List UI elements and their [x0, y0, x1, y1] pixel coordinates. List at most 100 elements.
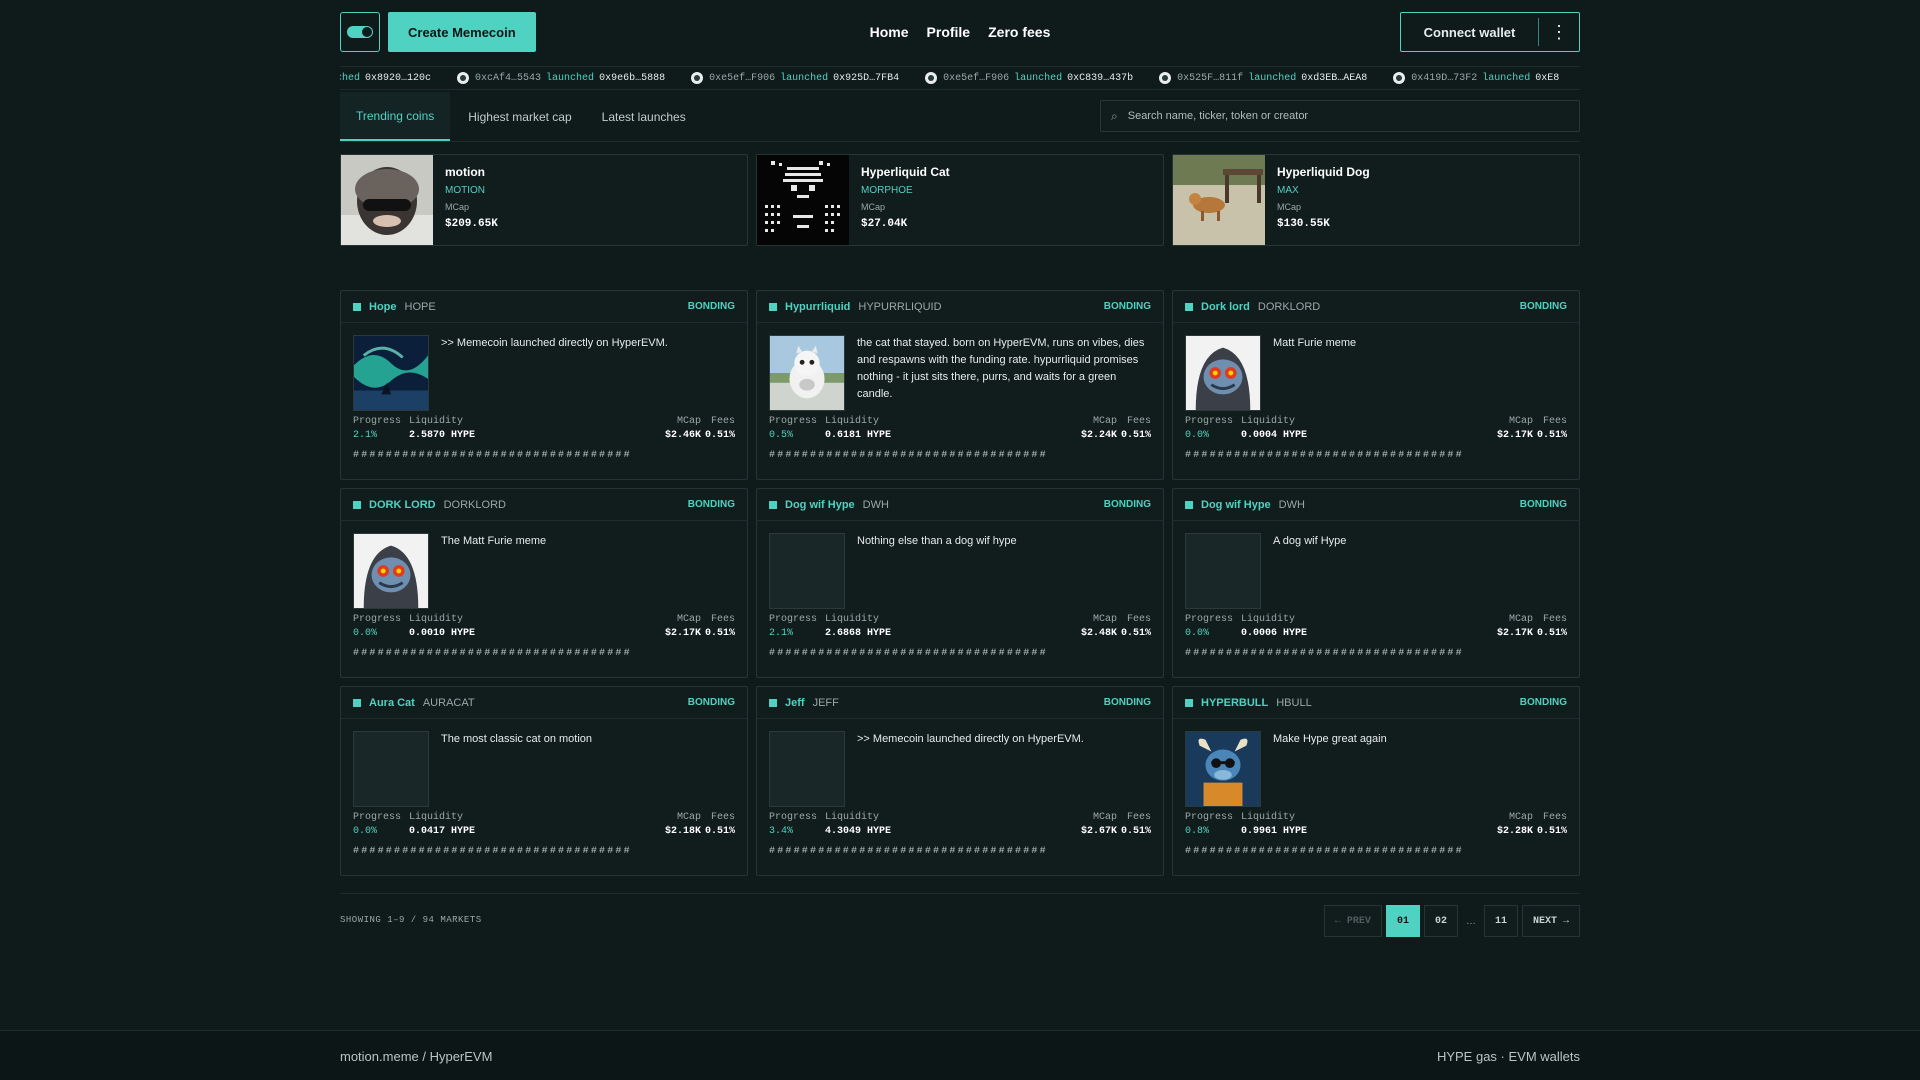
footer: motion.meme / HyperEVM HYPE gas · EVM wa… [0, 1030, 1920, 1080]
featured-card-motion[interactable]: motion MOTION MCap $209.65K [340, 154, 748, 246]
nav-zero-fees[interactable]: Zero fees [988, 24, 1050, 40]
featured-card-hyperliquid-cat[interactable]: Hyperliquid Cat MORPHOE MCap $27.04K [756, 154, 1164, 246]
avatar-icon [925, 72, 938, 84]
liquidity-label: Liquidity [1241, 812, 1296, 823]
ticker-item[interactable]: ched 0x8920…120c [340, 73, 431, 84]
coin-ticker: HYPURRLIQUID [858, 300, 942, 313]
coin-description: >> Memecoin launched directly on HyperEV… [441, 337, 668, 349]
ticker-launched-word: launched [1014, 72, 1063, 84]
progress-value: 0.0% [353, 628, 378, 639]
ticker-target: 0x925D…7FB4 [833, 72, 900, 84]
coin-card[interactable]: Dog wif Hype DWH BONDING A dog wif Hype … [1172, 488, 1580, 678]
status-square-icon [769, 698, 777, 707]
fees-label: Fees [710, 812, 735, 823]
progress-bar: ################################## [1185, 648, 1464, 659]
coin-image [1185, 335, 1261, 411]
liquidity-value: 0.0417 HYPE [409, 826, 476, 837]
mcap-label: MCap [676, 812, 701, 823]
liquidity-value: 2.6868 HYPE [825, 628, 892, 639]
coin-card[interactable]: Dog wif Hype DWH BONDING Nothing else th… [756, 488, 1164, 678]
coin-stats: Progress Liquidity MCap Fees 0.8% 0.9961… [1173, 811, 1579, 839]
ticker-item[interactable]: 0x419D…73F2 launched 0xE8 [1393, 72, 1559, 84]
coin-name: Dork lord [1201, 300, 1250, 313]
wallet-divider [1538, 18, 1539, 46]
coin-card-header: HYPERBULL HBULL BONDING [1173, 687, 1579, 719]
coin-image [769, 335, 845, 411]
coin-card[interactable]: Dork lord DORKLORD BONDING Matt Furie me… [1172, 290, 1580, 480]
next-page-button[interactable]: NEXT → [1521, 905, 1580, 937]
theme-toggle[interactable] [340, 12, 380, 52]
create-memecoin-button[interactable]: Create Memecoin [388, 12, 536, 52]
page-button-02[interactable]: 02 [1423, 905, 1458, 937]
mcap-value: $2.24K [1080, 430, 1117, 441]
coin-stats: Progress Liquidity MCap Fees 2.1% 2.5870… [341, 415, 747, 443]
coin-card-header: DORK LORD DORKLORD BONDING [341, 489, 747, 521]
footer-site-label: motion.meme / HyperEVM [340, 1049, 493, 1064]
more-menu-icon[interactable]: ⋮ [1539, 13, 1579, 51]
tab-latest-launches[interactable]: Latest launches [590, 92, 698, 141]
progress-label: Progress [353, 812, 402, 823]
ticker-item[interactable]: 0x525F…811f launched 0xd3EB…AEA8 [1159, 72, 1367, 84]
coin-card[interactable]: Hypurrliquid HYPURRLIQUID BONDING the ca… [756, 290, 1164, 480]
status-badge: BONDING [1103, 301, 1151, 312]
liquidity-value: 2.5870 HYPE [409, 430, 476, 441]
progress-value: 2.1% [769, 628, 794, 639]
liquidity-label: Liquidity [825, 812, 880, 823]
progress-bar: ################################## [769, 846, 1048, 857]
tab-trending-coins[interactable]: Trending coins [340, 92, 451, 141]
coin-card[interactable]: Hope HOPE BONDING >> Memecoin launched d… [340, 290, 748, 480]
coin-image [769, 533, 845, 609]
page-button-11[interactable]: 11 [1483, 905, 1518, 937]
coin-stats: Progress Liquidity MCap Fees 0.0% 0.0006… [1173, 613, 1579, 641]
nav-profile[interactable]: Profile [927, 24, 971, 40]
progress-bar: ################################## [769, 450, 1048, 461]
coin-ticker: JEFF [812, 696, 839, 709]
mcap-label: MCap [1508, 416, 1533, 427]
coin-description: Make Hype great again [1273, 733, 1387, 745]
coin-ticker: DWH [862, 498, 889, 511]
coin-image [769, 731, 845, 807]
mcap-value: $2.17K [1496, 628, 1533, 639]
progress-label: Progress [353, 614, 402, 625]
coin-card[interactable]: DORK LORD DORKLORD BONDING The Matt Furi… [340, 488, 748, 678]
ticker-creator: 0xe5ef…F906 [709, 72, 776, 84]
status-badge: BONDING [687, 499, 735, 510]
progress-value: 0.0% [1185, 430, 1210, 441]
coin-name: DORK LORD [369, 498, 436, 511]
coin-description: >> Memecoin launched directly on HyperEV… [857, 733, 1084, 745]
liquidity-label: Liquidity [825, 416, 880, 427]
coin-card[interactable]: Aura Cat AURACAT BONDING The most classi… [340, 686, 748, 876]
ticker-item[interactable]: 0xe5ef…F906 launched 0xC839…437b [925, 72, 1133, 84]
coin-card[interactable]: HYPERBULL HBULL BONDING Make Hype great … [1172, 686, 1580, 876]
fees-label: Fees [1126, 416, 1151, 427]
coin-name: HYPERBULL [1201, 696, 1269, 709]
fees-value: 0.51% [1536, 430, 1567, 441]
ticker-item[interactable]: 0xcAf4…5543 launched 0x9e6b…5888 [457, 72, 665, 84]
tab-highest-market-cap[interactable]: Highest market cap [456, 92, 583, 141]
liquidity-label: Liquidity [409, 614, 464, 625]
top-header: Create Memecoin Home Profile Zero fees C… [340, 12, 1580, 52]
fees-value: 0.51% [1120, 826, 1151, 837]
status-badge: BONDING [1103, 697, 1151, 708]
progress-label: Progress [1185, 812, 1234, 823]
search-input[interactable] [1127, 110, 1569, 122]
featured-card-hyperliquid-dog[interactable]: Hyperliquid Dog MAX MCap $130.55K [1172, 154, 1580, 246]
progress-value: 3.4% [769, 826, 794, 837]
nav-home[interactable]: Home [870, 24, 909, 40]
ticker-launched-word: launched [1482, 72, 1531, 84]
prev-page-button[interactable]: ← PREV [1323, 905, 1382, 937]
ticker-item[interactable]: 0xe5ef…F906 launched 0x925D…7FB4 [691, 72, 899, 84]
status-badge: BONDING [1519, 697, 1567, 708]
featured-mcap-label: MCap [1277, 202, 1302, 212]
mcap-label: MCap [676, 416, 701, 427]
coin-stats: Progress Liquidity MCap Fees 0.5% 0.6181… [757, 415, 1163, 443]
fees-label: Fees [1126, 614, 1151, 625]
connect-wallet-button[interactable]: Connect wallet [1401, 13, 1538, 51]
progress-value: 0.0% [353, 826, 378, 837]
page-button-01[interactable]: 01 [1385, 905, 1420, 937]
ticker-launched-word: launched [780, 72, 829, 84]
coin-card[interactable]: Jeff JEFF BONDING >> Memecoin launched d… [756, 686, 1164, 876]
status-badge: BONDING [687, 301, 735, 312]
mcap-label: MCap [1092, 416, 1117, 427]
progress-label: Progress [769, 812, 818, 823]
